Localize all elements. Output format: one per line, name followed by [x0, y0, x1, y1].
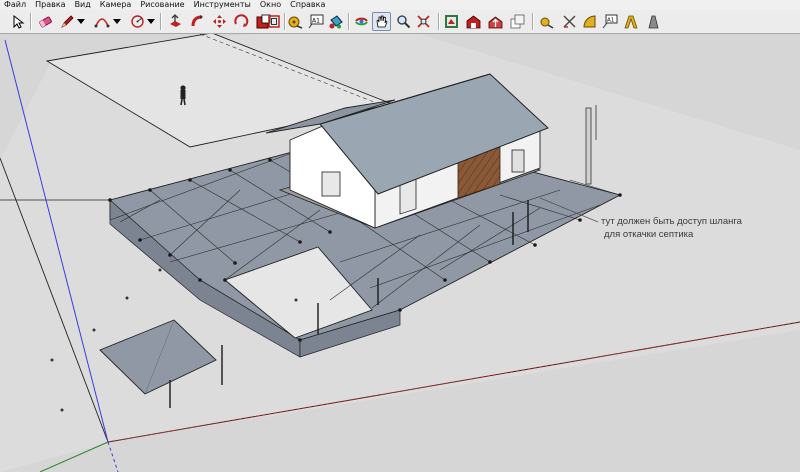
- tape-measure-icon: [288, 16, 303, 29]
- paint-bucket-icon: [329, 15, 343, 29]
- chevron-down-icon: [147, 18, 155, 24]
- pencil-icon: [61, 15, 74, 28]
- house-window-right: [511, 149, 525, 173]
- circle-icon: [131, 15, 144, 28]
- text-label-icon: A1: [308, 14, 323, 29]
- eraser-icon: [39, 16, 52, 28]
- rotate-tool-button[interactable]: [232, 12, 251, 31]
- zoom-extents-tool-button[interactable]: [414, 12, 433, 31]
- protractor-tool-button[interactable]: [560, 12, 579, 31]
- orbit-tool-button[interactable]: [352, 12, 371, 31]
- label-a1-icon: A1: [602, 14, 617, 29]
- menu-window[interactable]: Окно: [260, 0, 281, 10]
- section-plane-icon: [648, 15, 659, 29]
- previous-view-icon: [445, 15, 458, 28]
- toolbar-separator: [532, 13, 534, 30]
- eraser-tool-button[interactable]: [36, 12, 55, 31]
- main-toolbar: A1 A1: [0, 10, 800, 34]
- menu-camera[interactable]: Камера: [100, 0, 132, 10]
- components-button[interactable]: [508, 12, 527, 31]
- move-tool-button[interactable]: [210, 12, 229, 31]
- offset-tool-button[interactable]: [268, 12, 280, 31]
- magnifier-icon: [397, 15, 411, 29]
- text-tool-label: A1: [312, 18, 320, 25]
- push-pull-tool-button[interactable]: [166, 12, 185, 31]
- select-tool-button[interactable]: [8, 12, 27, 31]
- text-tool-button[interactable]: A1: [306, 12, 325, 31]
- house-window: [321, 171, 341, 197]
- three-d-text-icon: [624, 15, 638, 29]
- chevron-down-icon: [113, 18, 121, 24]
- chimney-pipe: [585, 107, 592, 185]
- toolbar-separator: [30, 13, 32, 30]
- model-scene: [0, 34, 800, 472]
- protractor-icon: [563, 15, 576, 28]
- rotate-icon: [234, 14, 249, 27]
- model-viewport[interactable]: тут должен быть доступ шланга для откачк…: [0, 34, 800, 472]
- offset-icon: [268, 15, 280, 28]
- follow-me-icon: [191, 15, 203, 27]
- arc-tool-button[interactable]: [92, 12, 111, 31]
- menu-draw[interactable]: Рисование: [140, 0, 184, 10]
- dimension-icon: [540, 17, 554, 29]
- section-plane-button[interactable]: [644, 12, 663, 31]
- follow-me-tool-button[interactable]: [188, 12, 207, 31]
- get-models-button[interactable]: [464, 12, 483, 31]
- share-model-icon: [488, 16, 503, 29]
- zoom-extents-icon: [417, 15, 430, 28]
- tape-measure-tool-button[interactable]: [286, 12, 305, 31]
- arc-dropdown-button[interactable]: [112, 12, 122, 31]
- previous-view-button[interactable]: [442, 12, 461, 31]
- warehouse-icon: [466, 15, 481, 29]
- toolbar-separator: [438, 13, 440, 30]
- menu-edit[interactable]: Правка: [35, 0, 65, 10]
- menu-tools[interactable]: Инструменты: [194, 0, 251, 10]
- share-model-button[interactable]: [486, 12, 505, 31]
- push-pull-icon: [170, 14, 181, 27]
- circle-dropdown-button[interactable]: [146, 12, 156, 31]
- arrow-pointer-icon: [13, 14, 24, 29]
- orbit-icon: [355, 17, 368, 26]
- pencil-dropdown-button[interactable]: [76, 12, 86, 31]
- toolbar-separator: [160, 13, 162, 30]
- dimension-tool-button[interactable]: [538, 12, 557, 31]
- menu-view[interactable]: Вид: [75, 0, 91, 10]
- hand-icon: [376, 15, 388, 28]
- paint-bucket-tool-button[interactable]: [326, 12, 345, 31]
- components-icon: [510, 14, 525, 29]
- axes-icon: [583, 15, 596, 28]
- toolbar-separator: [348, 13, 350, 30]
- septic-annotation-line-1: тут должен быть доступ шланга: [601, 216, 742, 227]
- move-arrows-icon: [213, 15, 226, 28]
- menu-help[interactable]: Справка: [290, 0, 325, 10]
- axes-tool-button[interactable]: [580, 12, 599, 31]
- label-tool-button[interactable]: A1: [600, 12, 619, 31]
- circle-tool-button[interactable]: [128, 12, 147, 31]
- pan-tool-button[interactable]: [372, 12, 391, 31]
- septic-annotation-line-2: для откачки септика: [604, 229, 694, 240]
- chevron-down-icon: [77, 18, 85, 24]
- three-d-text-button[interactable]: [622, 12, 641, 31]
- label-tool-text: A1: [607, 18, 614, 24]
- menu-file[interactable]: Файл: [4, 0, 26, 10]
- zoom-tool-button[interactable]: [394, 12, 413, 31]
- arc-icon: [94, 18, 109, 28]
- pencil-tool-button[interactable]: [58, 12, 77, 31]
- menu-bar: Файл Правка Вид Камера Рисование Инструм…: [0, 0, 800, 10]
